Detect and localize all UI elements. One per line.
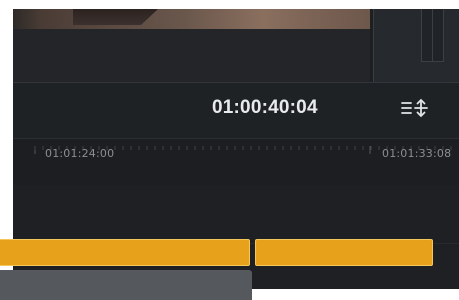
current-timecode[interactable]: 01:00:40:04: [212, 97, 352, 119]
audio-meter-panel: [374, 9, 459, 82]
viewer-area: [13, 9, 370, 82]
audio-meter-right: [432, 9, 444, 62]
video-clip-1[interactable]: [0, 239, 250, 266]
viewer-video-frame: [13, 9, 370, 29]
video-clip-2[interactable]: [255, 239, 433, 266]
audio-clip[interactable]: [0, 270, 252, 300]
track-height-zoom-icon: [401, 98, 428, 118]
ruler-label-2: 01:01:33:08: [382, 147, 452, 160]
track-height-zoom-button[interactable]: [395, 96, 435, 120]
ruler-label-1: 01:01:24:00: [45, 147, 115, 160]
